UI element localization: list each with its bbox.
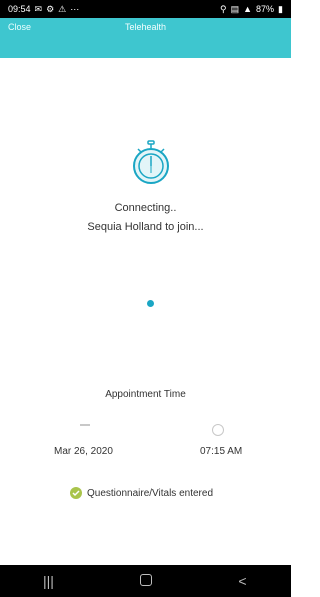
loading-indicator <box>147 300 154 307</box>
status-right: ⚲ ▤ ▲ 87% ▮ <box>220 4 283 15</box>
settings-icon: ⚙ <box>46 3 55 14</box>
status-left: 09:54 ✉ ⚙ ⚠ ⋯ <box>8 4 79 15</box>
signal-icon: ▲ <box>243 4 253 14</box>
appointment-label: Appointment Time <box>105 389 186 400</box>
check-icon <box>70 487 82 499</box>
questionnaire-status: Questionnaire/Vitals entered <box>70 487 213 499</box>
calendar-icon <box>80 420 90 426</box>
home-icon <box>139 574 152 586</box>
android-nav-bar: ||| < <box>0 565 291 597</box>
clock-icon <box>212 424 224 436</box>
battery-percent: 87% <box>256 4 275 14</box>
appointment-time: 07:15 AM <box>200 446 243 457</box>
app-header: Close Telehealth <box>0 18 291 58</box>
back-button[interactable]: < <box>223 573 263 589</box>
status-time: 09:54 <box>8 4 31 14</box>
status-label: Questionnaire/Vitals entered <box>87 487 214 499</box>
wifi-icon: ▤ <box>230 3 240 14</box>
message-icon: ✉ <box>34 3 43 14</box>
home-button[interactable] <box>126 573 166 589</box>
connecting-text: Connecting.. <box>114 202 177 214</box>
alert-icon: ⚠ <box>58 3 67 14</box>
appointment-date: Mar 26, 2020 <box>54 446 113 457</box>
recent-apps-button[interactable]: ||| <box>29 573 69 589</box>
more-icon: ⋯ <box>70 3 80 14</box>
battery-icon: ▮ <box>278 3 283 14</box>
mute-icon: ⚲ <box>220 3 227 14</box>
stopwatch-icon <box>133 140 169 184</box>
status-bar: 09:54 ✉ ⚙ ⚠ ⋯ ⚲ ▤ ▲ 87% ▮ <box>0 0 291 18</box>
page-title: Telehealth <box>124 22 167 32</box>
waiting-text: Sequia Holland to join... <box>87 221 204 233</box>
